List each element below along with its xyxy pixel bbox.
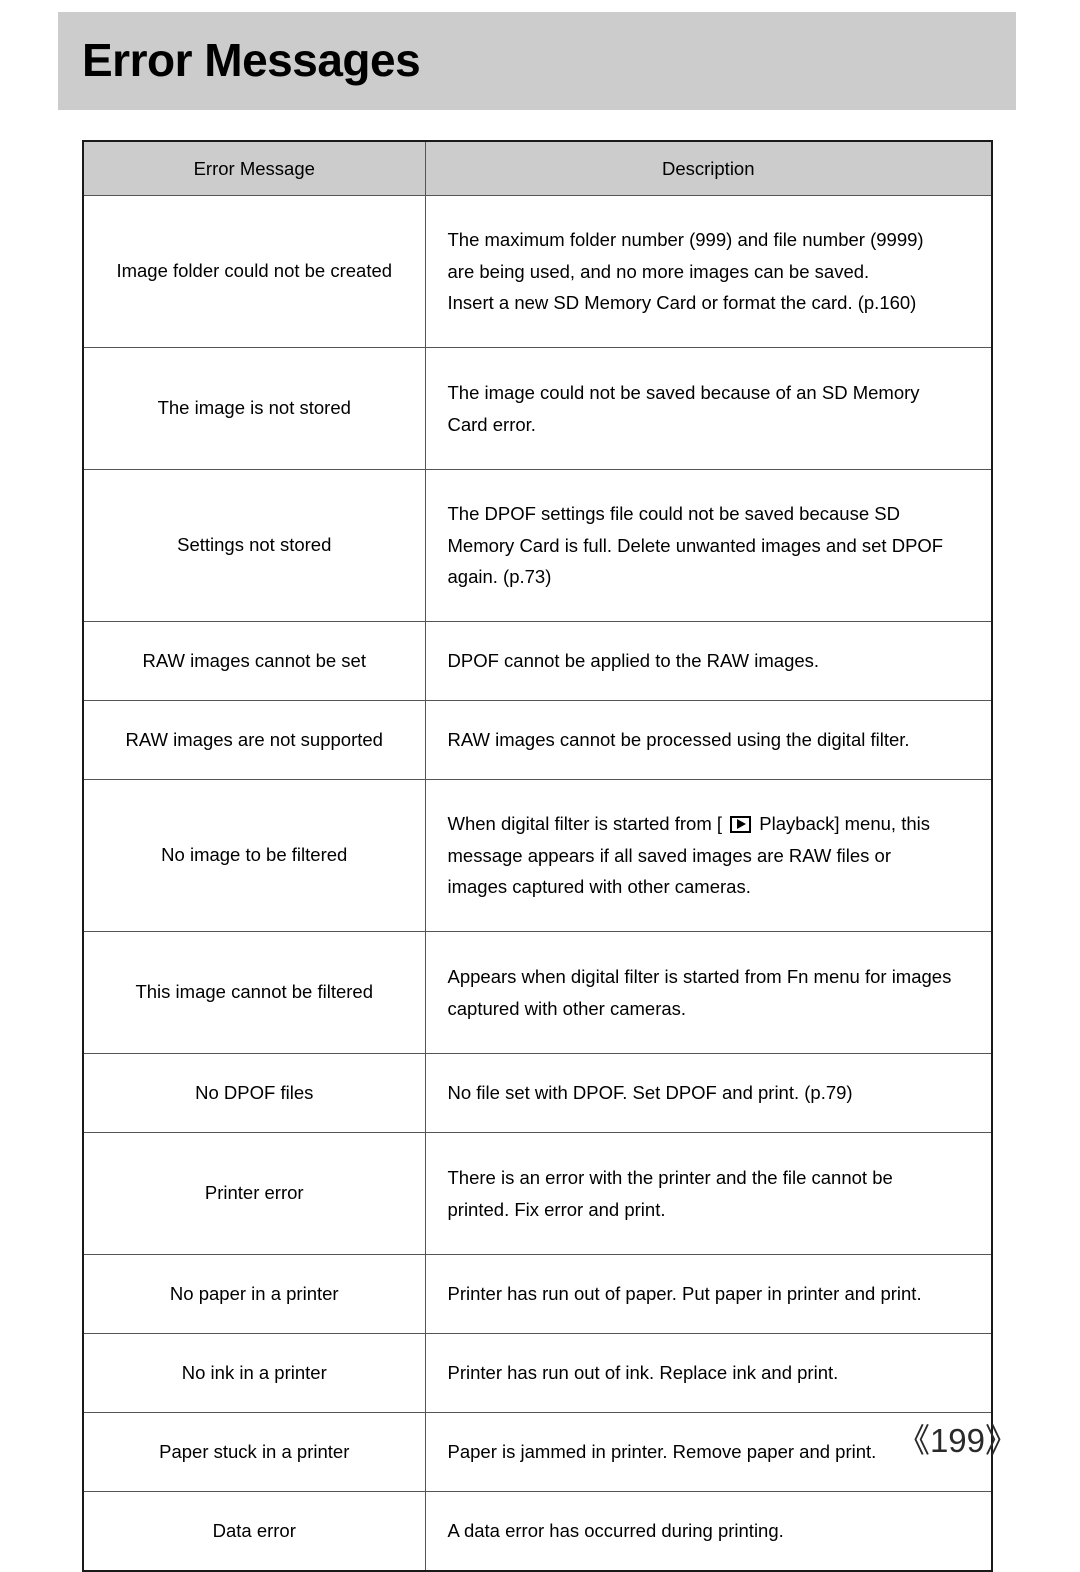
table-row: RAW images cannot be set DPOF cannot be a… xyxy=(82,621,993,701)
table-row: RAW images are not supported RAW images c… xyxy=(82,700,993,780)
error-message-cell: The image is not stored xyxy=(82,347,426,470)
description-line: RAW images cannot be processed using the… xyxy=(447,729,910,751)
error-message-cell: This image cannot be filtered xyxy=(82,931,426,1054)
error-message-cell: No ink in a printer xyxy=(82,1333,426,1413)
description-line: The image could not be saved because of … xyxy=(447,381,920,403)
table-row: No image to be filtered When digital filt… xyxy=(82,779,993,932)
description-line: again. (p.73) xyxy=(447,566,552,588)
table-row: No ink in a printer Printer has run out o… xyxy=(82,1333,993,1413)
description-cell: There is an error with the printer and t… xyxy=(424,1132,993,1255)
table-row: Printer error There is an error with the … xyxy=(82,1132,993,1255)
description-line: are being used, and no more images can b… xyxy=(447,260,870,282)
description-cell: Printer has run out of paper. Put paper … xyxy=(424,1254,993,1334)
table-header: Error Message Description xyxy=(82,140,993,196)
description-line: Appears when digital filter is started f… xyxy=(447,965,952,987)
description-cell: The image could not be saved because of … xyxy=(424,347,993,470)
error-message-cell: No DPOF files xyxy=(82,1053,426,1133)
description-text: When digital filter is started from [ xyxy=(447,812,728,834)
description-line: Card error. xyxy=(447,413,536,435)
description-line: printed. Fix error and print. xyxy=(447,1198,666,1220)
page-title: Error Messages xyxy=(82,34,421,87)
description-line: A data error has occurred during printin… xyxy=(447,1520,784,1542)
description-line: Printer has run out of ink. Replace ink … xyxy=(447,1362,839,1384)
error-message-cell: Data error xyxy=(82,1491,426,1572)
table-row: Paper stuck in a printer Paper is jammed … xyxy=(82,1412,993,1492)
playback-icon xyxy=(730,815,752,833)
error-message-cell: Image folder could not be created xyxy=(82,195,426,348)
error-message-cell: Paper stuck in a printer xyxy=(82,1412,426,1492)
description-cell: Appears when digital filter is started f… xyxy=(424,931,993,1054)
description-line: There is an error with the printer and t… xyxy=(447,1166,893,1188)
description-cell: DPOF cannot be applied to the RAW images… xyxy=(424,621,993,701)
error-messages-table: Error Message Description Image folder c… xyxy=(82,140,993,1572)
description-cell: No file set with DPOF. Set DPOF and prin… xyxy=(424,1053,993,1133)
description-line: No file set with DPOF. Set DPOF and prin… xyxy=(447,1082,853,1104)
error-message-cell: No image to be filtered xyxy=(82,779,426,932)
error-message-cell: RAW images cannot be set xyxy=(82,621,426,701)
description-cell: A data error has occurred during printin… xyxy=(424,1491,993,1572)
table-header-row: Error Message Description xyxy=(82,140,993,196)
description-line: Insert a new SD Memory Card or format th… xyxy=(447,292,917,314)
error-message-cell: Settings not stored xyxy=(82,469,426,622)
description-line: When digital filter is started from [ Pl… xyxy=(448,808,978,840)
error-messages-table-container: Error Message Description Image folder c… xyxy=(82,140,993,1572)
page-number: 《199》 xyxy=(896,1422,1018,1459)
description-cell: Printer has run out of ink. Replace ink … xyxy=(424,1333,993,1413)
description-line: captured with other cameras. xyxy=(447,997,687,1019)
error-message-cell: Printer error xyxy=(82,1132,426,1255)
description-line: message appears if all saved images are … xyxy=(447,844,892,866)
table-row: Image folder could not be created The max… xyxy=(82,195,993,348)
description-text: Playback] menu, this xyxy=(754,812,930,834)
column-header-description: Description xyxy=(424,140,993,196)
table-body: Image folder could not be created The max… xyxy=(82,195,993,1572)
description-cell: When digital filter is started from [ Pl… xyxy=(424,779,993,932)
description-line: The DPOF settings file could not be save… xyxy=(447,502,900,524)
table-row: The image is not stored The image could n… xyxy=(82,347,993,470)
table-row: Settings not stored The DPOF settings fil… xyxy=(82,469,993,622)
column-header-error-message: Error Message xyxy=(82,140,426,196)
description-line: The maximum folder number (999) and file… xyxy=(447,228,924,250)
description-cell: The maximum folder number (999) and file… xyxy=(424,195,993,348)
table-row: Data error A data error has occurred duri… xyxy=(82,1491,993,1572)
description-line: Printer has run out of paper. Put paper … xyxy=(447,1283,922,1305)
description-line: images captured with other cameras. xyxy=(447,876,751,898)
error-message-cell: No paper in a printer xyxy=(82,1254,426,1334)
table-row: This image cannot be filtered Appears whe… xyxy=(82,931,993,1054)
description-cell: RAW images cannot be processed using the… xyxy=(424,700,993,780)
table-row: No DPOF files No file set with DPOF. Set … xyxy=(82,1053,993,1133)
description-line: DPOF cannot be applied to the RAW images… xyxy=(447,650,820,672)
description-cell: The DPOF settings file could not be save… xyxy=(424,469,993,622)
error-message-cell: RAW images are not supported xyxy=(82,700,426,780)
page-header-banner: Error Messages xyxy=(58,12,1016,110)
description-line: Memory Card is full. Delete unwanted ima… xyxy=(447,534,944,556)
table-row: No paper in a printer Printer has run out… xyxy=(82,1254,993,1334)
